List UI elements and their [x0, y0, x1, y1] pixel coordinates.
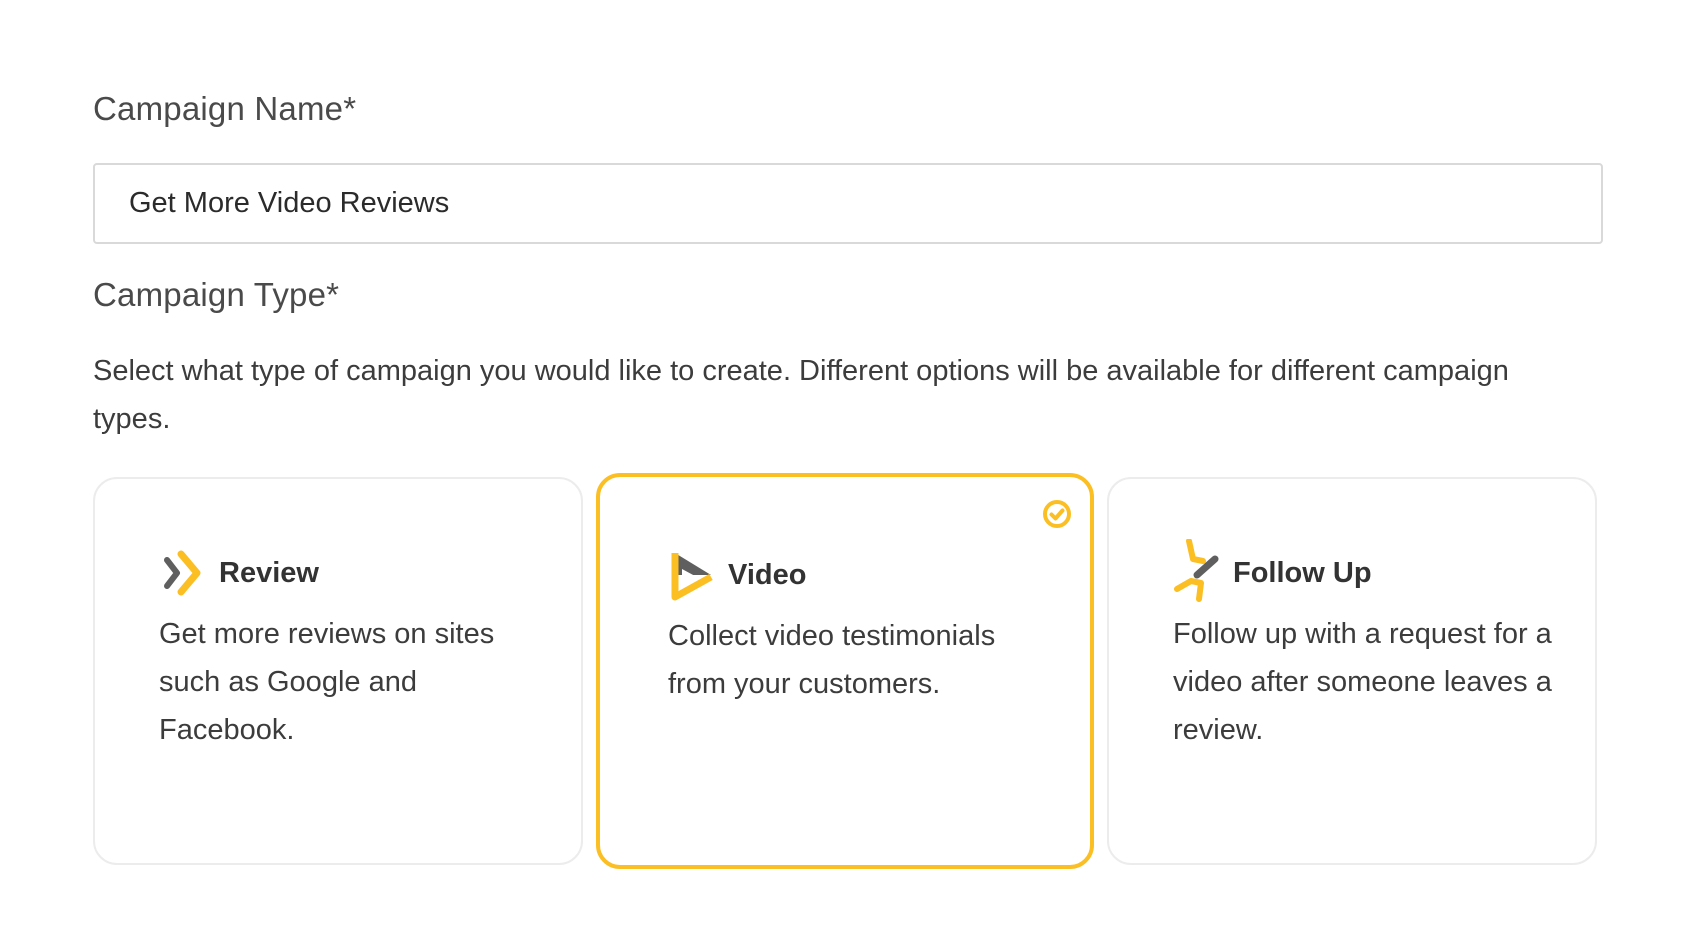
campaign-name-input[interactable] — [93, 163, 1603, 244]
check-circle-icon — [1043, 500, 1071, 528]
card-title: Follow Up — [1233, 556, 1372, 589]
card-description: Collect video testimonials from your cus… — [668, 620, 996, 700]
campaign-type-card-video[interactable]: Video Collect video testimonials from yo… — [596, 473, 1094, 869]
campaign-type-help-text: Select what type of campaign you would l… — [93, 355, 1509, 435]
card-title: Video — [728, 558, 807, 591]
follow-up-star-icon — [1173, 539, 1221, 602]
campaign-type-label: Campaign Type* — [93, 276, 340, 313]
card-header: Review — [159, 545, 319, 601]
card-description: Follow up with a request for a video aft… — [1173, 618, 1552, 746]
campaign-type-card-review[interactable]: Review Get more reviews on sites such as… — [93, 477, 583, 865]
card-header: Video — [668, 547, 806, 603]
campaign-type-card-follow-up[interactable]: Follow Up Follow up with a request for a… — [1107, 477, 1597, 865]
card-header: Follow Up — [1173, 539, 1372, 602]
campaign-name-label: Campaign Name* — [93, 90, 357, 127]
card-title: Review — [219, 556, 319, 589]
play-triangle-icon — [668, 547, 716, 603]
chevron-arrow-icon — [159, 545, 207, 601]
campaign-type-options: Review Get more reviews on sites such as… — [93, 473, 1603, 869]
card-description: Get more reviews on sites such as Google… — [159, 618, 495, 746]
